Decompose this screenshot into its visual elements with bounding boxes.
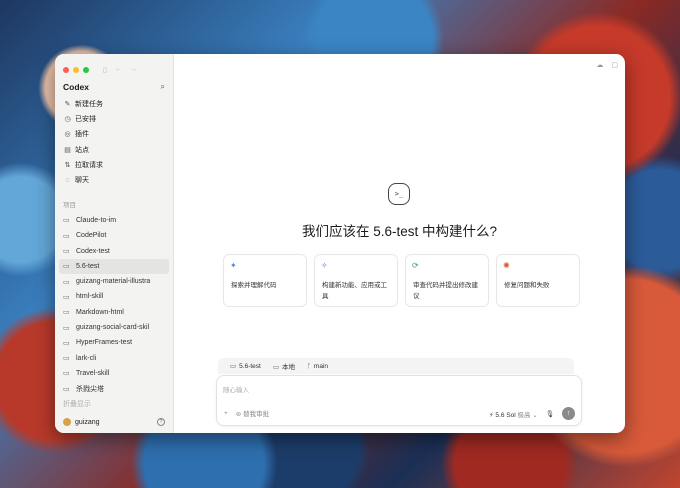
folder-icon: ▭ (230, 363, 237, 370)
user-footer[interactable]: guizang ? (55, 411, 173, 433)
avatar (63, 418, 71, 426)
new-task-icon: ✎ (64, 100, 71, 108)
project-item[interactable]: ▭ html-skill (55, 289, 173, 304)
send-button[interactable]: ↑ (562, 407, 575, 420)
nav-item[interactable]: ◌ 聊天 (55, 172, 173, 187)
main-panel: ☁ ▢ >_ 我们应该在 5.6-test 中构建什么? ✦ 探索并理解代码 ✧ 构建… (174, 54, 625, 433)
review-icon: ⟳ (412, 261, 419, 270)
back-arrow-icon[interactable]: ← (115, 66, 122, 74)
nav-item[interactable]: ⇅ 拉取请求 (55, 157, 173, 172)
app-title: Codex (63, 82, 89, 92)
project-item[interactable]: ▭ 杀戮尖塔 (55, 381, 173, 396)
site-icon: ▤ (64, 146, 71, 154)
project-item[interactable]: ▭ CodePilot (55, 228, 173, 243)
sidebar: ▯ ← → Codex ⌕ ✎ 新建任务 ◷ 已安排 ◎ 插件 ▤ 站点 ⇅ 拉取请求 ◌ 聊天 项目… (55, 54, 174, 433)
laptop-icon: ▭ (272, 364, 279, 371)
folder-icon: ▭ (63, 385, 70, 393)
build-icon: ✧ (321, 261, 328, 270)
sidebar-toggle-icon[interactable]: ▯ (103, 66, 107, 74)
panel-toggle-icon[interactable]: ▢ (611, 61, 618, 69)
app-window: ▯ ← → Codex ⌕ ✎ 新建任务 ◷ 已安排 ◎ 插件 ▤ 站点 ⇅ 拉取请求 ◌ 聊天 项目… (55, 54, 625, 433)
folder-icon: ▭ (63, 309, 70, 317)
add-attachment-icon[interactable]: + (224, 410, 228, 417)
folder-icon: ▭ (63, 263, 70, 271)
pull-request-icon: ⇅ (64, 161, 71, 169)
branch-selector[interactable]: ᚴ main (307, 363, 328, 370)
folder-icon: ▭ (63, 324, 70, 332)
search-icon[interactable]: ⌕ (161, 82, 165, 92)
close-window-button[interactable] (63, 66, 69, 73)
page-title: 我们应该在 5.6-test 中构建什么? (301, 224, 498, 239)
minimize-window-button[interactable] (73, 66, 79, 73)
project-item[interactable]: ▭ 5.6-test (59, 258, 169, 274)
project-list: ▭ Claude-to-im ▭ CodePilot ▭ Codex-test ▭ 5.6-t… (55, 213, 173, 397)
projects-section-label: 项目 (63, 201, 76, 209)
suggestion-cards: ✦ 探索并理解代码 ✧ 构建新功能、应用或工具 ⟳ 审查代码并提出修改建议 ✺ 修复问题和失败 (223, 254, 580, 307)
project-item[interactable]: ▭ Travel-skill (55, 366, 173, 381)
folder-icon: ▭ (63, 248, 70, 256)
project-item[interactable]: ▭ guizang-material-illustra (55, 274, 173, 289)
suggestion-card[interactable]: ✦ 探索并理解代码 (223, 254, 307, 307)
share-icon[interactable]: ☁ (596, 61, 603, 69)
folder-icon: ▭ (63, 339, 70, 347)
nav-item[interactable]: ▤ 站点 (55, 142, 173, 157)
project-selector[interactable]: ▭ 5.6-test (230, 362, 261, 370)
help-icon[interactable]: ? (157, 418, 165, 426)
project-item[interactable]: ▭ Markdown-html (55, 305, 173, 320)
model-selector[interactable]: ⚡ 5.6 Sol 极高 ⌄ (489, 409, 538, 419)
nav-item[interactable]: ◎ 插件 (55, 127, 173, 142)
suggestion-card[interactable]: ✺ 修复问题和失败 (496, 254, 580, 307)
fix-icon: ✺ (503, 261, 510, 270)
folder-icon: ▭ (63, 232, 70, 240)
suggestion-card[interactable]: ✧ 构建新功能、应用或工具 (314, 254, 398, 307)
suggestion-card[interactable]: ⟳ 审查代码并提出修改建议 (405, 254, 489, 307)
folder-icon: ▭ (63, 355, 70, 363)
microphone-icon[interactable]: 🎙 (546, 410, 554, 418)
project-item[interactable]: ▭ HyperFrames-test (55, 335, 173, 350)
approval-mode-selector[interactable]: ⊜ 替我审批 (236, 408, 269, 418)
codex-logo-icon: >_ (388, 183, 410, 205)
clock-icon: ◷ (64, 115, 71, 123)
nav-item[interactable]: ✎ 新建任务 (55, 96, 173, 111)
branch-icon: ᚴ (307, 362, 311, 370)
zoom-window-button[interactable] (83, 66, 89, 73)
user-name: guizang (75, 418, 100, 426)
nav-item[interactable]: ◷ 已安排 (55, 111, 173, 126)
folder-icon: ▭ (63, 293, 70, 301)
context-bar: ▭ 5.6-test ▭ 本地 ᚴ main (218, 358, 574, 374)
project-item[interactable]: ▭ Codex-test (55, 243, 173, 258)
window-controls: ▯ ← → (55, 54, 173, 76)
primary-nav: ✎ 新建任务 ◷ 已安排 ◎ 插件 ▤ 站点 ⇅ 拉取请求 ◌ 聊天 (55, 94, 173, 188)
projects-collapse-label[interactable]: 折叠显示 (55, 396, 173, 411)
location-selector[interactable]: ▭ 本地 (273, 361, 295, 371)
plugin-icon: ◎ (64, 131, 71, 139)
folder-icon: ▭ (63, 217, 70, 225)
chat-icon: ◌ (65, 176, 70, 184)
folder-icon: ▭ (63, 278, 70, 286)
explore-icon: ✦ (230, 261, 237, 270)
project-item[interactable]: ▭ guizang-social-card-skil (55, 320, 173, 335)
project-item[interactable]: ▭ lark-cli (55, 350, 173, 365)
composer[interactable]: 随心输入 + ⊜ 替我审批 ⚡ 5.6 Sol 极高 ⌄ 🎙 ↑ (216, 375, 582, 426)
forward-arrow-icon[interactable]: → (130, 66, 137, 74)
folder-icon: ▭ (63, 370, 70, 378)
prompt-input[interactable]: 随心输入 (223, 384, 249, 394)
project-item[interactable]: ▭ Claude-to-im (55, 213, 173, 228)
